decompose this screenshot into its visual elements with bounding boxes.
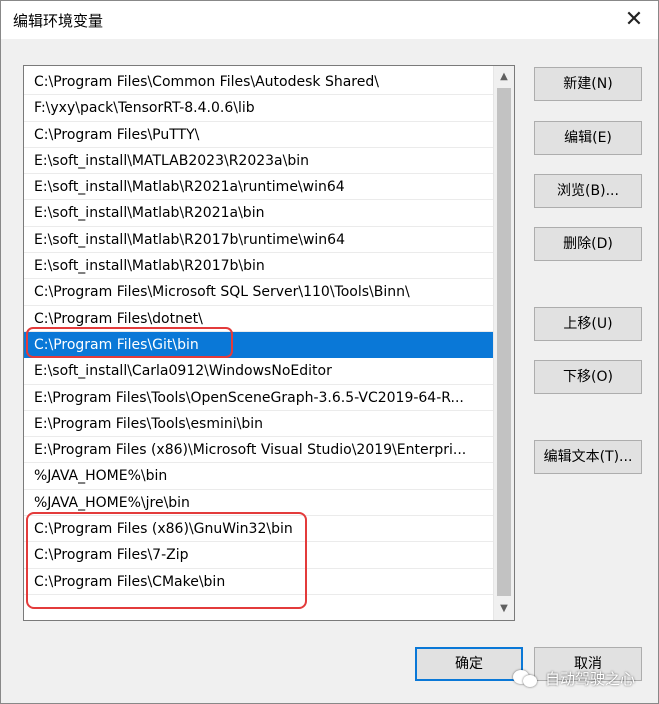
list-item[interactable]: E:\Program Files (x86)\Microsoft Visual … xyxy=(24,437,493,464)
list-item[interactable]: E:\soft_install\Carla0912\WindowsNoEdito… xyxy=(24,358,493,385)
browse-button[interactable]: 浏览(B)... xyxy=(534,174,642,208)
highlight-tools-annotation xyxy=(26,512,307,609)
list-item[interactable]: C:\Program Files\PuTTY\ xyxy=(24,122,493,148)
edit-env-var-dialog: 编辑环境变量 ✕ C:\Program Files\Common Files\A… xyxy=(0,0,659,704)
new-button[interactable]: 新建(N) xyxy=(534,67,642,101)
watermark: 自动驾驶之心 xyxy=(513,663,635,693)
close-icon[interactable]: ✕ xyxy=(616,5,652,35)
list-item[interactable]: %JAVA_HOME%\bin xyxy=(24,463,493,490)
list-item[interactable]: C:\Program Files\Common Files\Autodesk S… xyxy=(24,69,493,96)
scroll-thumb[interactable] xyxy=(497,88,511,596)
move-down-button[interactable]: 下移(O) xyxy=(534,360,642,394)
highlight-git-annotation xyxy=(26,327,233,358)
list-item[interactable]: E:\soft_install\Matlab\R2021a\bin xyxy=(24,200,493,227)
list-item[interactable]: F:\yxy\pack\TensorRT-8.4.0.6\lib xyxy=(24,95,493,122)
list-item[interactable]: E:\soft_install\MATLAB2023\R2023a\bin xyxy=(24,148,493,175)
window-title: 编辑环境变量 xyxy=(13,12,104,30)
watermark-text: 自动驾驶之心 xyxy=(545,669,636,688)
list-item[interactable]: E:\soft_install\Matlab\R2021a\runtime\wi… xyxy=(24,174,493,201)
list-item[interactable]: E:\Program Files\Tools\OpenSceneGraph-3.… xyxy=(24,385,493,411)
list-item[interactable]: C:\Program Files\Microsoft SQL Server\11… xyxy=(24,279,493,306)
wechat-icon xyxy=(513,667,539,689)
move-up-button[interactable]: 上移(U) xyxy=(534,307,642,341)
title-bar: 编辑环境变量 ✕ xyxy=(1,1,658,39)
list-item[interactable]: E:\soft_install\Matlab\R2017b\bin xyxy=(24,253,493,280)
edit-text-button[interactable]: 编辑文本(T)... xyxy=(534,440,642,474)
list-item[interactable]: E:\soft_install\Matlab\R2017b\runtime\wi… xyxy=(24,227,493,254)
list-item[interactable]: E:\Program Files\Tools\esmini\bin xyxy=(24,411,493,438)
scroll-down-icon[interactable]: ▼ xyxy=(494,600,514,618)
scroll-up-icon[interactable]: ▲ xyxy=(494,68,514,86)
ok-button[interactable]: 确定 xyxy=(415,647,523,681)
edit-button[interactable]: 编辑(E) xyxy=(534,121,642,155)
vertical-scrollbar[interactable]: ▲ ▼ xyxy=(493,66,514,620)
delete-button[interactable]: 删除(D) xyxy=(534,227,642,261)
